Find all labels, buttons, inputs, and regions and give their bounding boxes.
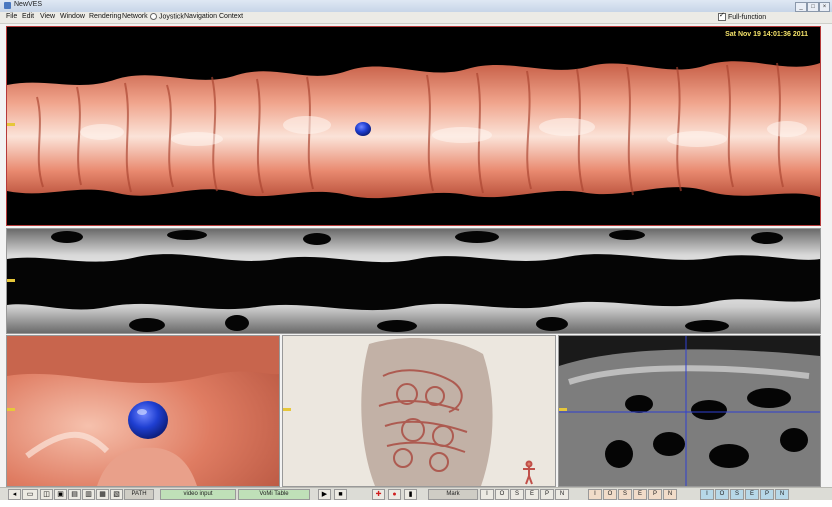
bottom-margin [0, 500, 832, 507]
flattened-ct-view[interactable] [6, 228, 821, 334]
record-icon[interactable]: ● [388, 489, 401, 500]
group3-p[interactable]: P [760, 489, 774, 500]
group1-p[interactable]: P [540, 489, 554, 500]
position-marker [7, 123, 15, 126]
group2-n[interactable]: N [663, 489, 677, 500]
group1-s[interactable]: S [510, 489, 524, 500]
menu-navigation[interactable]: Navigation [184, 13, 217, 20]
ct-slice-render [559, 336, 820, 486]
group1-n[interactable]: N [555, 489, 569, 500]
group2-p[interactable]: P [648, 489, 662, 500]
group1-o[interactable]: O [495, 489, 509, 500]
view-mode-4-button[interactable]: ▤ [68, 489, 81, 500]
endoluminal-panorama-view[interactable]: Sat Nov 19 14:01:36 2011 [6, 26, 821, 226]
ct-marker [559, 408, 567, 411]
closeup-polyp[interactable] [128, 401, 168, 439]
menu-network[interactable]: Network [122, 13, 148, 20]
full-function-checkbox[interactable] [718, 11, 726, 21]
flattened-ct-render [7, 229, 820, 333]
menu-file[interactable]: File [6, 13, 17, 20]
view-mode-1-button[interactable]: ▭ [22, 489, 38, 500]
group1-i[interactable]: I [480, 489, 494, 500]
menu-joystick-label: Joystick [159, 13, 184, 21]
group2-o[interactable]: O [603, 489, 617, 500]
volume-render [283, 336, 555, 486]
vomi-table-button[interactable]: VoMi Table [238, 489, 310, 500]
group2-i[interactable]: I [588, 489, 602, 500]
view-mode-3-button[interactable]: ▣ [54, 489, 67, 500]
mark-button[interactable]: Mark [428, 489, 478, 500]
full-function-label: Full-function [728, 13, 767, 21]
view-mode-2-button[interactable]: ◫ [40, 489, 53, 500]
menu-edit[interactable]: Edit [22, 13, 34, 20]
closeup-marker [7, 408, 15, 411]
close-button[interactable]: × [819, 2, 830, 12]
cross-icon[interactable]: ✚ [372, 489, 385, 500]
play-icon[interactable]: ▶ [318, 489, 331, 500]
window-title: NewVES [14, 1, 43, 8]
endoscopic-closeup-view[interactable] [6, 335, 280, 487]
group3-s[interactable]: S [730, 489, 744, 500]
colon-panorama-render [7, 61, 820, 199]
group3-n[interactable]: N [775, 489, 789, 500]
volume-render-view[interactable] [282, 335, 556, 487]
polyp-marker[interactable] [355, 122, 371, 136]
joystick-radio[interactable] [150, 13, 157, 20]
path-button[interactable]: PATH [124, 489, 154, 500]
closeup-render [7, 336, 279, 486]
view-mode-6-button[interactable]: ▦ [96, 489, 109, 500]
stop-icon[interactable]: ■ [334, 489, 347, 500]
view-mode-7-button[interactable]: ▧ [110, 489, 123, 500]
full-function-toggle[interactable]: Full-function [718, 11, 767, 21]
app-icon [4, 2, 11, 9]
minimize-button[interactable]: _ [795, 2, 807, 12]
group3-e[interactable]: E [745, 489, 759, 500]
group3-o[interactable]: O [715, 489, 729, 500]
menu-icon[interactable]: ◂ [8, 489, 21, 500]
pause-icon[interactable]: ▮ [404, 489, 417, 500]
menu-view[interactable]: View [40, 13, 55, 20]
volume-marker [283, 408, 291, 411]
group1-e[interactable]: E [525, 489, 539, 500]
flat-position-marker [7, 279, 15, 282]
menu-bar: File Edit View Window Rendering Network … [0, 12, 832, 24]
menu-joystick[interactable]: Joystick [150, 13, 184, 20]
datetime-stamp: Sat Nov 19 14:01:36 2011 [725, 31, 808, 38]
menu-rendering[interactable]: Rendering [89, 13, 121, 20]
menu-window[interactable]: Window [60, 13, 85, 20]
view-mode-5-button[interactable]: ▥ [82, 489, 95, 500]
group2-e[interactable]: E [633, 489, 647, 500]
maximize-button[interactable]: □ [807, 2, 819, 12]
group3-i[interactable]: I [700, 489, 714, 500]
group2-s[interactable]: S [618, 489, 632, 500]
ct-slice-view[interactable] [558, 335, 821, 487]
video-input-button[interactable]: video input [160, 489, 236, 500]
bottom-toolbar: ◂ ▭ ◫ ▣ ▤ ▥ ▦ ▧ PATH video input VoMi Ta… [0, 487, 832, 500]
menu-context[interactable]: Context [219, 13, 243, 20]
